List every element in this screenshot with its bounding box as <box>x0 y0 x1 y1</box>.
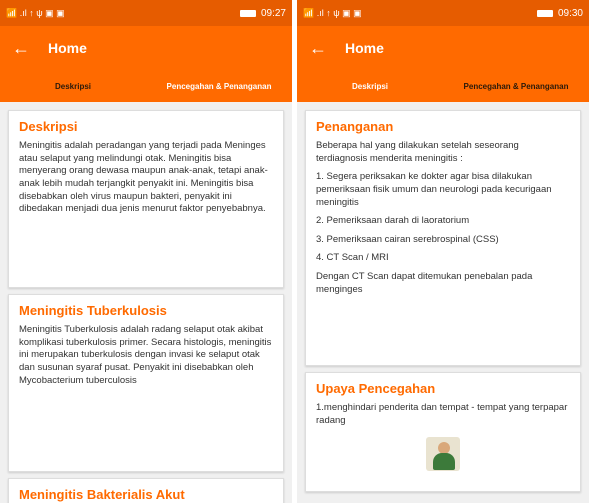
status-time: 09:27 <box>260 7 286 19</box>
card-meningitis-tuberkulosis: Meningitis Tuberkulosis Meningitis Tuber… <box>8 294 284 472</box>
tab-deskripsi[interactable]: Deskripsi <box>297 70 443 102</box>
card-text: Dengan CT Scan dapat ditemukan penebalan… <box>316 271 533 295</box>
content-list[interactable]: Deskripsi Meningitis adalah peradangan y… <box>0 104 292 503</box>
card-meningitis-bakterialis: Meningitis Bakterialis Akut <box>8 478 284 503</box>
card-title: Upaya Pencegahan <box>316 381 436 396</box>
tab-bar: Deskripsi Pencegahan & Penanganan <box>297 70 589 104</box>
arrow-left-icon[interactable]: ← <box>309 38 331 59</box>
app-bar: ← Home <box>297 26 589 70</box>
status-left: 📶 .ıl ↑ ψ ▣ ▣ <box>303 7 362 18</box>
card-text: 1.menghindari penderita dan tempat - tem… <box>316 402 568 426</box>
card-text: 2. Pemeriksaan darah di laoratorium <box>316 215 470 227</box>
tab-deskripsi[interactable]: Deskripsi <box>0 70 146 102</box>
tab-pencegahan-penanganan[interactable]: Pencegahan & Penanganan <box>146 70 292 102</box>
battery-icon <box>239 9 256 17</box>
status-right: 09:30 <box>536 7 583 19</box>
card-title: Deskripsi <box>19 119 78 134</box>
page-title: Home <box>48 40 87 56</box>
tab-pencegahan-penanganan[interactable]: Pencegahan & Penanganan <box>443 70 589 102</box>
card-text: Meningitis adalah peradangan yang terjad… <box>19 140 268 215</box>
card-text: 1. Segera periksakan ke dokter agar bisa… <box>316 171 552 208</box>
status-left: 📶 .ıl ↑ ψ ▣ ▣ <box>6 7 65 18</box>
status-time: 09:30 <box>557 7 583 19</box>
status-right: 09:27 <box>239 7 286 19</box>
person-image <box>426 437 460 472</box>
illustration <box>316 437 570 472</box>
card-text: Meningitis Tuberkulosis adalah radang se… <box>19 324 272 386</box>
card-title: Penanganan <box>316 119 394 134</box>
app-bar: ← Home <box>0 26 292 70</box>
card-penanganan: Penanganan Beberapa hal yang dilakukan s… <box>305 110 581 366</box>
card-text: 3. Pemeriksaan cairan serebrospinal (CSS… <box>316 233 499 245</box>
card-text: 4. CT Scan / MRI <box>316 252 389 264</box>
page-title: Home <box>345 40 384 56</box>
status-bar: 📶 .ıl ↑ ψ ▣ ▣ 09:30 <box>297 0 589 26</box>
arrow-left-icon[interactable]: ← <box>12 38 34 59</box>
battery-icon <box>536 9 553 17</box>
card-deskripsi: Deskripsi Meningitis adalah peradangan y… <box>8 110 284 288</box>
status-bar: 📶 .ıl ↑ ψ ▣ ▣ 09:27 <box>0 0 292 26</box>
screen-left: 📶 .ıl ↑ ψ ▣ ▣ 09:27 ← Home Deskripsi Pen… <box>0 0 292 503</box>
content-list[interactable]: Penanganan Beberapa hal yang dilakukan s… <box>297 104 589 503</box>
card-title: Meningitis Bakterialis Akut <box>19 487 185 502</box>
card-text: Beberapa hal yang dilakukan setelah sese… <box>316 140 519 164</box>
card-upaya-pencegahan: Upaya Pencegahan 1.menghindari penderita… <box>305 372 581 492</box>
screen-right: 📶 .ıl ↑ ψ ▣ ▣ 09:30 ← Home Deskripsi Pen… <box>297 0 589 503</box>
card-title: Meningitis Tuberkulosis <box>19 303 167 318</box>
tab-bar: Deskripsi Pencegahan & Penanganan <box>0 70 292 104</box>
